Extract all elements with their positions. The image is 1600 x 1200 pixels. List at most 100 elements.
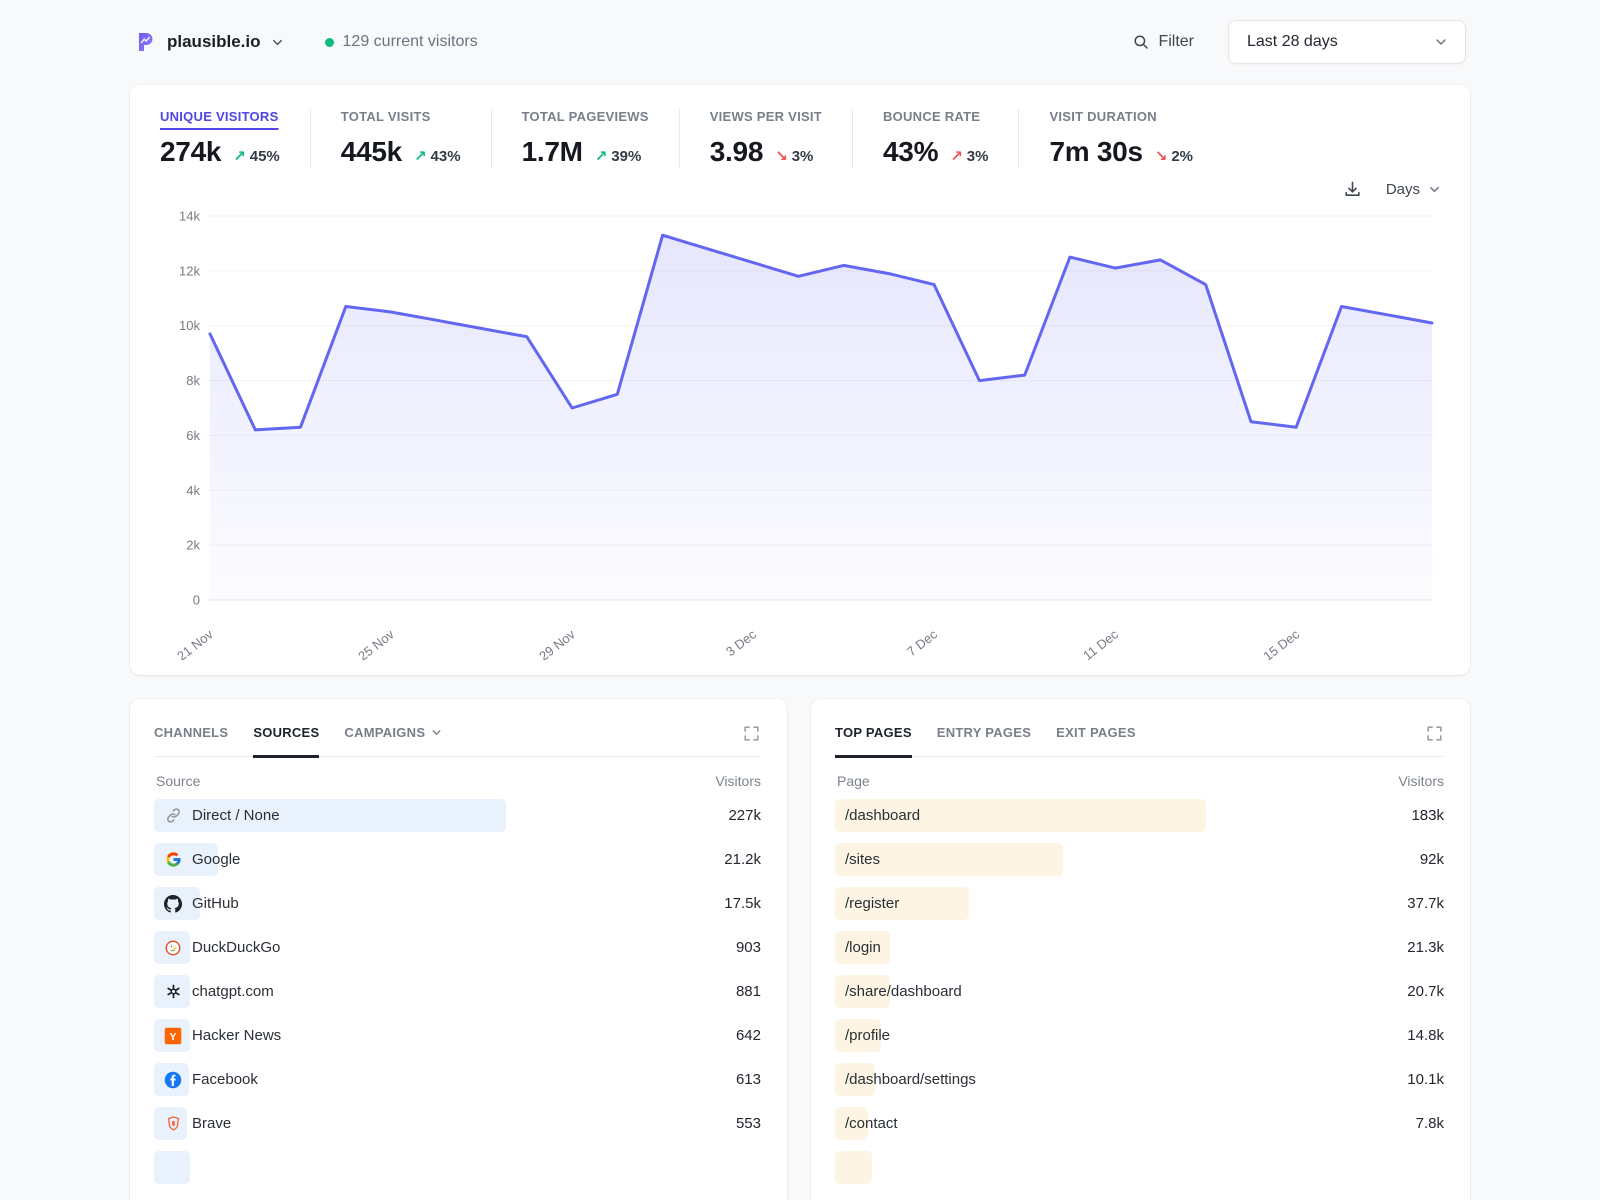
sources-row[interactable]: Facebook 613 bbox=[154, 1063, 761, 1096]
row-value: 613 bbox=[736, 1071, 761, 1088]
column-value-label: Visitors bbox=[1398, 773, 1444, 789]
metric-change: ↗3% bbox=[950, 147, 988, 165]
pages-row[interactable]: /sites92k bbox=[835, 843, 1444, 876]
download-icon[interactable] bbox=[1343, 180, 1362, 199]
metric-label: VIEWS PER VISIT bbox=[710, 109, 822, 124]
trend-down-arrow-icon: ↘ bbox=[1155, 148, 1168, 165]
sources-row[interactable]: Google21.2k bbox=[154, 843, 761, 876]
svg-text:12k: 12k bbox=[179, 263, 200, 278]
expand-icon[interactable] bbox=[742, 724, 761, 743]
sources-row[interactable]: Direct / None227k bbox=[154, 799, 761, 832]
metric-label: VISIT DURATION bbox=[1049, 109, 1193, 124]
tab-channels[interactable]: CHANNELS bbox=[154, 721, 228, 758]
pages-row[interactable]: /dashboard/settings 10.1k bbox=[835, 1063, 1444, 1096]
interval-label: Days bbox=[1386, 181, 1420, 198]
row-value: 903 bbox=[736, 939, 761, 956]
svg-text:4k: 4k bbox=[186, 483, 200, 498]
column-label: Source bbox=[156, 773, 200, 789]
chevron-down-icon bbox=[1433, 34, 1449, 50]
row-value: 7.8k bbox=[1416, 1115, 1444, 1132]
svg-text:7 Dec: 7 Dec bbox=[904, 626, 940, 659]
row-value: 227k bbox=[728, 807, 761, 824]
pages-row[interactable]: /contact7.8k bbox=[835, 1107, 1444, 1140]
trend-down-arrow-icon: ↘ bbox=[775, 148, 788, 165]
metric-total-visits[interactable]: TOTAL VISITS 445k ↗43% bbox=[310, 109, 491, 168]
row-value: 21.2k bbox=[724, 851, 761, 868]
filter-button[interactable]: Filter bbox=[1132, 33, 1194, 51]
sources-row[interactable]: Y Hacker News 642 bbox=[154, 1019, 761, 1052]
pages-row[interactable]: /share/dashboard20.7k bbox=[835, 975, 1444, 1008]
metric-unique-visitors[interactable]: UNIQUE VISITORS 274k ↗45% bbox=[160, 109, 310, 168]
row-label: /share/dashboard bbox=[845, 983, 962, 1000]
row-value: 21.3k bbox=[1407, 939, 1444, 956]
search-icon bbox=[1132, 33, 1150, 51]
metric-bounce-rate[interactable]: BOUNCE RATE43%↗3% bbox=[852, 109, 1018, 168]
metric-label: UNIQUE VISITORS bbox=[160, 109, 280, 124]
chart-controls: Days bbox=[154, 174, 1442, 204]
metric-label: TOTAL VISITS bbox=[341, 109, 461, 124]
row-label: /sites bbox=[845, 851, 880, 868]
sources-row[interactable]: chatgpt.com881 bbox=[154, 975, 761, 1008]
tab-sources[interactable]: SOURCES bbox=[253, 721, 319, 758]
svg-text:Y: Y bbox=[169, 1030, 176, 1042]
site-name: plausible.io bbox=[167, 32, 261, 52]
sources-panel: CHANNELSSOURCESCAMPAIGNSSourceVisitorsDi… bbox=[130, 699, 787, 1200]
date-range-value: Last 28 days bbox=[1247, 33, 1338, 51]
current-visitors[interactable]: 129 current visitors bbox=[325, 33, 478, 51]
svg-text:21 Nov: 21 Nov bbox=[174, 626, 216, 660]
metric-views-per-visit[interactable]: VIEWS PER VISIT3.98↘3% bbox=[679, 109, 852, 168]
metric-value: 7m 30s bbox=[1049, 136, 1142, 168]
expand-icon[interactable] bbox=[1425, 724, 1444, 743]
pages-tabs: TOP PAGES ENTRY PAGES EXIT PAGES bbox=[835, 721, 1444, 757]
metric-total-pageviews[interactable]: TOTAL PAGEVIEWS1.7M↗39% bbox=[491, 109, 679, 168]
link-icon bbox=[164, 807, 182, 825]
chevron-down-icon bbox=[270, 35, 285, 50]
row-label: Facebook bbox=[192, 1071, 258, 1088]
github-icon bbox=[164, 895, 182, 913]
metric-value: 274k bbox=[160, 136, 221, 168]
metric-change: ↘3% bbox=[775, 147, 813, 165]
pages-row[interactable]: /dashboard183k bbox=[835, 799, 1444, 832]
current-visitors-label: 129 current visitors bbox=[343, 33, 478, 51]
interval-picker[interactable]: Days bbox=[1386, 181, 1442, 198]
metric-label: TOTAL PAGEVIEWS bbox=[522, 109, 649, 124]
date-range-picker[interactable]: Last 28 days bbox=[1228, 20, 1466, 64]
metrics-row: UNIQUE VISITORS 274k ↗45% TOTAL VISITS 445k ↗… bbox=[154, 109, 1446, 168]
metric-value: 43% bbox=[883, 136, 938, 168]
metric-change: ↗43% bbox=[414, 147, 461, 165]
metric-change: ↗39% bbox=[595, 147, 642, 165]
metric-visit-duration[interactable]: VISIT DURATION7m 30s↘2% bbox=[1018, 109, 1223, 168]
row-value: 10.1k bbox=[1407, 1071, 1444, 1088]
visitors-chart[interactable]: 02k4k6k8k10k12k14k21 Nov25 Nov29 Nov3 De… bbox=[154, 206, 1446, 665]
chevron-down-icon bbox=[430, 726, 443, 739]
site-switcher[interactable]: plausible.io bbox=[134, 30, 285, 54]
svg-text:14k: 14k bbox=[179, 209, 200, 224]
trend-up-arrow-icon: ↗ bbox=[595, 148, 608, 165]
pages-row[interactable]: /register37.7k bbox=[835, 887, 1444, 920]
sources-row[interactable]: Brave553 bbox=[154, 1107, 761, 1140]
row-label: /dashboard/settings bbox=[845, 1071, 976, 1088]
tab-campaigns[interactable]: CAMPAIGNS bbox=[344, 721, 443, 758]
clipped-row-stub bbox=[835, 1151, 1444, 1184]
pages-list: /dashboard183k/sites92k/register37.7k/lo… bbox=[835, 799, 1444, 1184]
row-label: DuckDuckGo bbox=[192, 939, 280, 956]
pages-row[interactable]: /profile14.8k bbox=[835, 1019, 1444, 1052]
visitors-panel: UNIQUE VISITORS 274k ↗45% TOTAL VISITS 445k ↗… bbox=[130, 85, 1470, 675]
row-value: 881 bbox=[736, 983, 761, 1000]
metric-value: 445k bbox=[341, 136, 402, 168]
sources-row[interactable]: DuckDuckGo 903 bbox=[154, 931, 761, 964]
tab-exit-pages[interactable]: EXIT PAGES bbox=[1056, 721, 1136, 758]
row-value: 642 bbox=[736, 1027, 761, 1044]
trend-up-arrow-icon: ↗ bbox=[233, 148, 246, 165]
row-label: Hacker News bbox=[192, 1027, 281, 1044]
sources-row[interactable]: GitHub17.5k bbox=[154, 887, 761, 920]
row-label: /profile bbox=[845, 1027, 890, 1044]
tab-top-pages[interactable]: TOP PAGES bbox=[835, 721, 912, 758]
google-icon bbox=[164, 851, 182, 869]
trend-up-arrow-icon: ↗ bbox=[414, 148, 427, 165]
metric-change: ↗45% bbox=[233, 147, 280, 165]
row-label: GitHub bbox=[192, 895, 239, 912]
pages-row[interactable]: /login21.3k bbox=[835, 931, 1444, 964]
chatgpt-icon bbox=[164, 983, 182, 1001]
tab-entry-pages[interactable]: ENTRY PAGES bbox=[937, 721, 1031, 758]
